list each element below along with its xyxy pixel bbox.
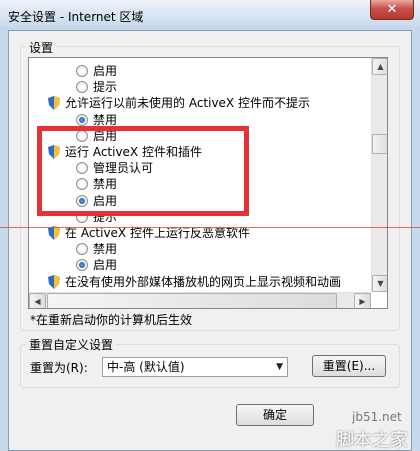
reset-button[interactable]: 重置(E)...	[312, 355, 386, 377]
chevron-up-icon: ▲	[377, 62, 384, 71]
radio-button[interactable]	[76, 65, 88, 77]
scroll-right-button[interactable]: ▶	[354, 293, 371, 308]
title-bar[interactable]: 安全设置 - Internet 区域 ✕	[0, 0, 420, 30]
close-icon: ✕	[386, 2, 398, 17]
chevron-right-icon: ▶	[359, 297, 366, 306]
security-shield-icon	[48, 96, 60, 111]
setting-label: 启用	[93, 258, 118, 273]
ok-button[interactable]: 确定	[236, 404, 314, 426]
window-title: 安全设置 - Internet 区域	[8, 10, 144, 24]
setting-label: 提示	[93, 80, 118, 95]
radio-button[interactable]	[76, 81, 88, 94]
restart-note: *在重新启动你的计算机后生效	[30, 313, 193, 327]
setting-label: 允许运行以前未使用的 ActiveX 控件而不提示	[65, 96, 310, 111]
settings-legend: 设置	[26, 39, 57, 56]
scroll-up-button[interactable]: ▲	[372, 58, 387, 75]
highlight-box	[37, 126, 249, 216]
radio-button[interactable]	[76, 259, 88, 272]
security-shield-icon	[48, 226, 60, 240]
watermark-site: jb51.net	[352, 410, 402, 424]
dialog-window: 安全设置 - Internet 区域 ✕ 设置 启用 提示 允许运行以前未使用的 A…	[0, 0, 420, 451]
scroll-down-button[interactable]: ▼	[372, 275, 387, 292]
close-button[interactable]: ✕	[370, 0, 414, 20]
horizontal-scrollbar[interactable]: ◀ ▶	[29, 292, 371, 308]
radio-button[interactable]	[76, 243, 88, 256]
reset-level-value: 中-高 (默认值)	[107, 360, 185, 374]
horizontal-scroll-thumb[interactable]	[47, 293, 337, 308]
chevron-left-icon: ◀	[34, 297, 41, 306]
setting-label: 禁用	[93, 242, 118, 257]
watermark-brand: 脚本之家	[336, 430, 408, 451]
scroll-left-button[interactable]: ◀	[29, 293, 46, 308]
radio-button[interactable]	[76, 113, 88, 126]
chevron-down-icon: ▼	[377, 279, 384, 288]
chevron-down-icon: ▼	[276, 362, 283, 372]
setting-label: 在没有使用外部媒体播放机的网页上显示视频和动画	[65, 274, 342, 289]
reset-level-select[interactable]: 中-高 (默认值) ▼	[102, 357, 288, 377]
reset-legend: 重置自定义设置	[26, 336, 117, 353]
setting-label: 启用	[93, 64, 118, 78]
annotation-line	[0, 227, 420, 228]
scroll-thumb[interactable]	[372, 134, 387, 154]
security-shield-icon	[48, 274, 60, 289]
reset-to-label: 重置为(R):	[30, 361, 88, 375]
vertical-scrollbar[interactable]: ▲ ▼	[371, 58, 387, 292]
